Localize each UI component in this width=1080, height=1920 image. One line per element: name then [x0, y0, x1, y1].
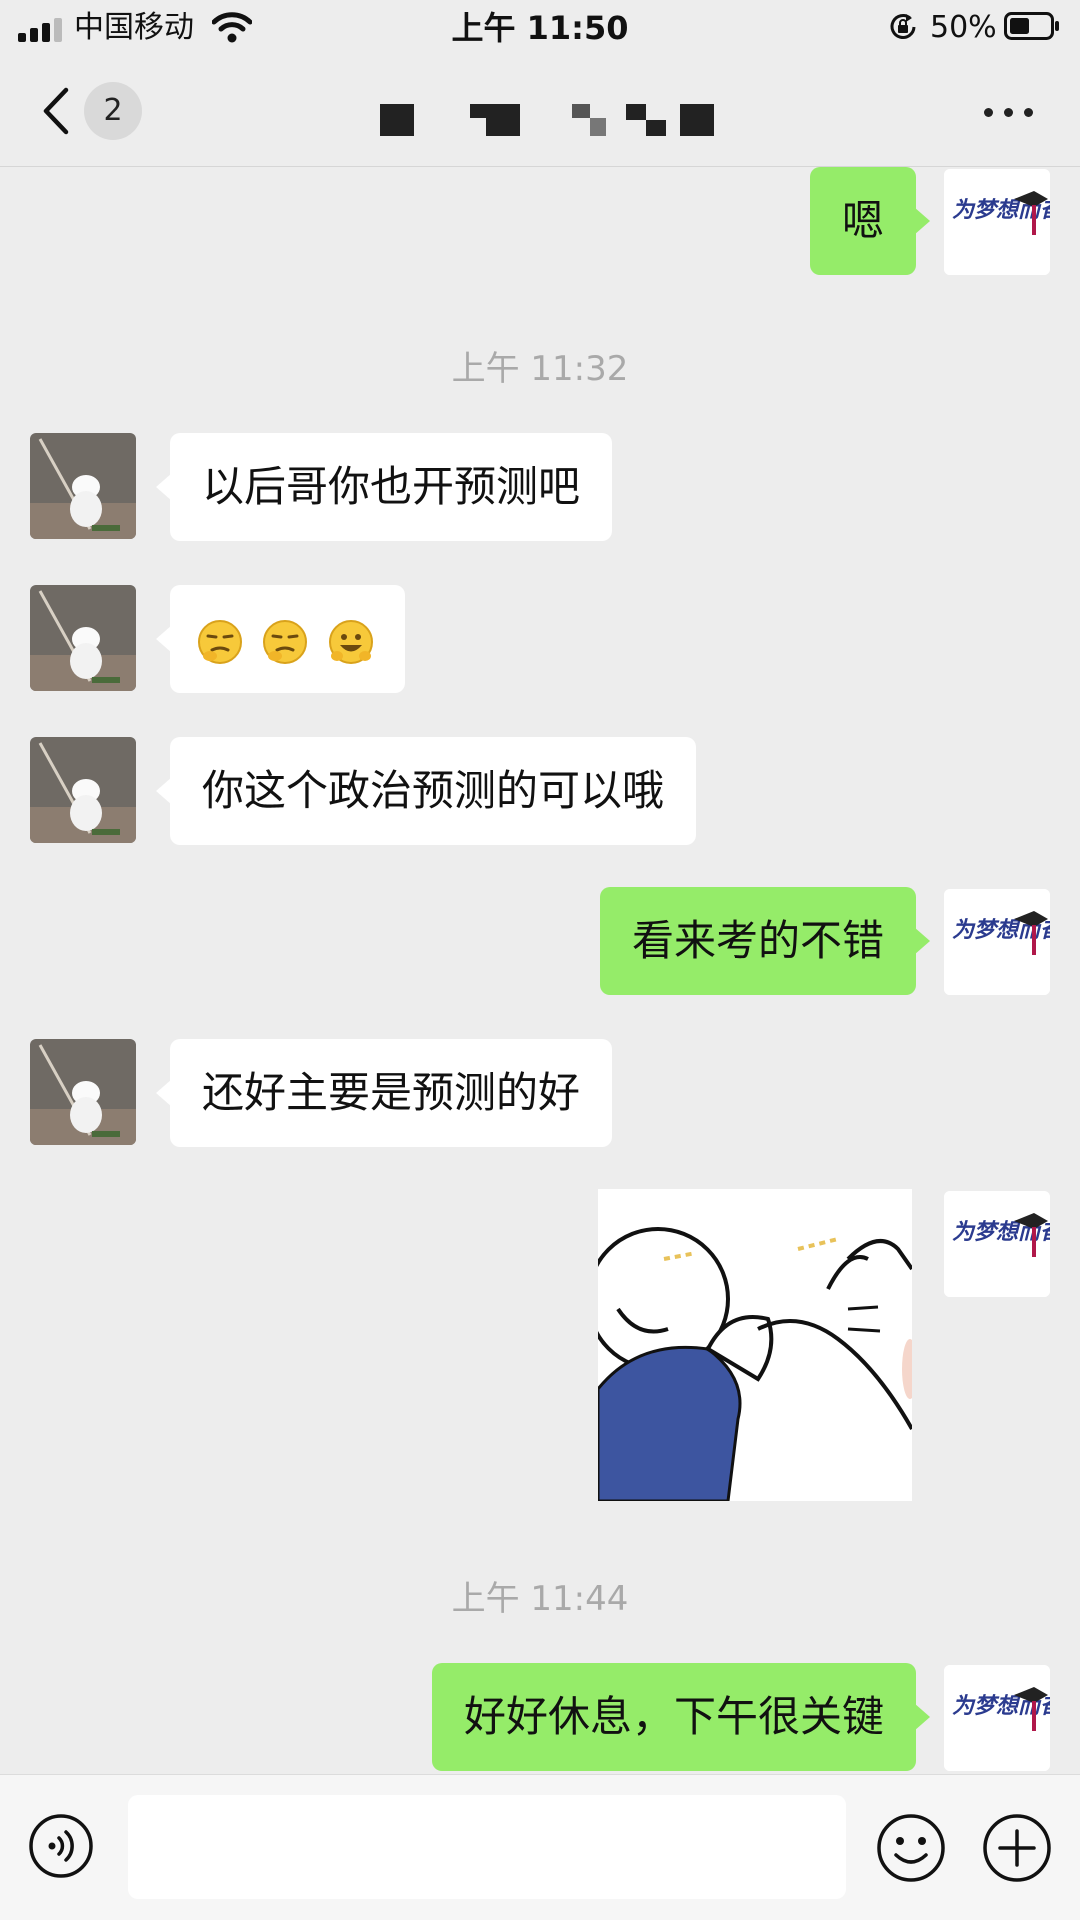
chat-header: 2: [0, 56, 1080, 167]
smirk-emoji-icon: [198, 619, 242, 664]
message-text: 看来考的不错: [631, 916, 884, 965]
my-avatar[interactable]: 为梦想而奋斗: [944, 169, 1050, 275]
message-input[interactable]: [128, 1795, 846, 1899]
contact-emoji-bubble[interactable]: [156, 585, 405, 693]
fist-bump-sticker[interactable]: [598, 1189, 912, 1501]
contact-avatar[interactable]: [30, 585, 136, 691]
contact-message-bubble[interactable]: 你这个政治预测的可以哦: [155, 737, 697, 845]
bear-avatar-image: [30, 433, 136, 539]
dream-logo-avatar: 为梦想而奋斗: [944, 1665, 1050, 1771]
contact-avatar[interactable]: [30, 433, 136, 539]
message-text: 嗯: [841, 196, 884, 245]
input-bar: [0, 1774, 1080, 1920]
unread-count-badge[interactable]: 2: [84, 82, 142, 140]
contact-message-bubble[interactable]: 还好主要是预测的好: [155, 1039, 613, 1147]
grin-emoji-icon: [328, 619, 373, 664]
add-more-icon[interactable]: [982, 1813, 1052, 1883]
my-message-bubble[interactable]: 好好休息，下午很关键: [431, 1663, 931, 1771]
contact-avatar[interactable]: [30, 737, 136, 843]
voice-input-icon[interactable]: [28, 1813, 94, 1879]
fist-bump-sticker-image: [598, 1189, 912, 1501]
message-text: 以后哥你也开预测吧: [202, 462, 581, 511]
battery-percent: 50%: [930, 10, 997, 45]
my-avatar[interactable]: 为梦想而奋斗: [944, 1665, 1050, 1771]
contact-message-bubble[interactable]: 以后哥你也开预测吧: [155, 433, 613, 541]
timestamp-separator: 上午 11:44: [451, 1579, 629, 1619]
bear-avatar-image: [30, 585, 136, 691]
bear-avatar-image: [30, 1039, 136, 1145]
back-arrow-icon[interactable]: [36, 84, 76, 138]
status-time: 上午 11:50: [451, 9, 629, 47]
battery-icon: [1004, 12, 1059, 40]
contact-avatar[interactable]: [30, 1039, 136, 1145]
my-avatar[interactable]: 为梦想而奋斗: [944, 889, 1050, 995]
message-text: 还好主要是预测的好: [202, 1068, 581, 1117]
timestamp-separator: 上午 11:32: [451, 349, 629, 389]
message-text: 你这个政治预测的可以哦: [202, 766, 665, 815]
message-text: 好好休息，下午很关键: [463, 1692, 884, 1741]
orientation-lock-icon: [890, 14, 916, 39]
dream-logo-avatar: 为梦想而奋斗: [944, 1191, 1050, 1297]
bear-avatar-image: [30, 737, 136, 843]
my-message-bubble[interactable]: 看来考的不错: [599, 887, 931, 995]
dream-logo-avatar: 为梦想而奋斗: [944, 169, 1050, 275]
status-bar: 中国移动 上午 11:50 50%: [0, 0, 1080, 56]
message-list[interactable]: 嗯 为梦想而奋斗 上午 11:32 以后哥你也开预测吧: [0, 167, 1080, 1774]
dream-logo-avatar: 为梦想而奋斗: [944, 889, 1050, 995]
emoji-picker-icon[interactable]: [876, 1813, 946, 1883]
more-options-icon[interactable]: [984, 102, 1034, 122]
chat-title-obscured: [380, 104, 720, 140]
my-message-bubble[interactable]: 嗯: [809, 167, 931, 275]
smirk-emoji-icon: [263, 619, 308, 664]
my-avatar[interactable]: 为梦想而奋斗: [944, 1191, 1050, 1297]
